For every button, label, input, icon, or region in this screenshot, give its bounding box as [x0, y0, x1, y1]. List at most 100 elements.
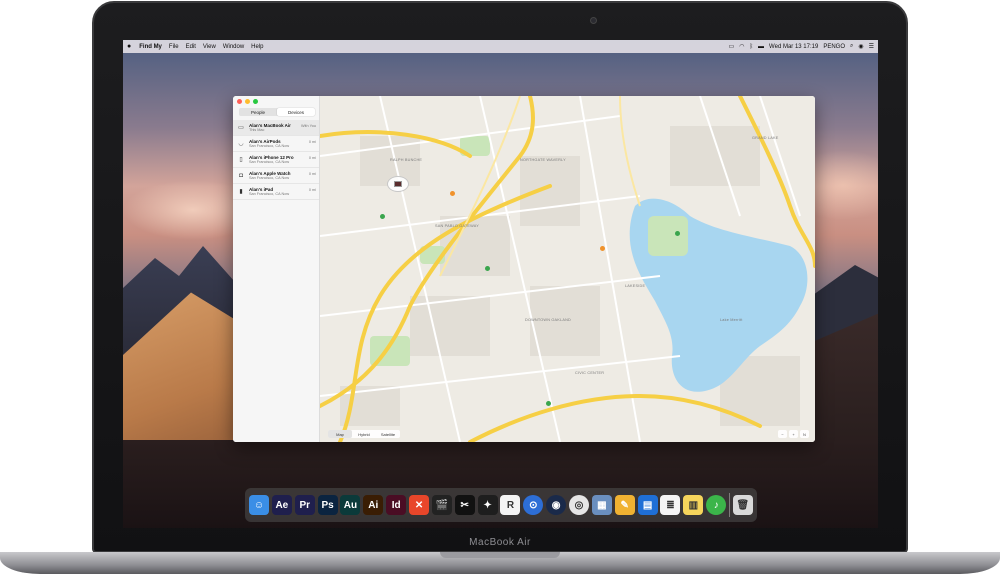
iphone-icon: ▯ [239, 157, 243, 163]
r-app-icon[interactable]: R [500, 495, 521, 515]
place-poi-icon[interactable] [450, 191, 455, 196]
sidebar-tabs: People Devices [239, 108, 315, 116]
zoom-in-icon[interactable]: + [789, 430, 798, 438]
finder-icon[interactable]: ☺ [249, 495, 269, 515]
status-area: ▭ ◠ ᛒ ▬ Wed Mar 13 17:19 PENGO ⌕ ◉ ☰ [729, 43, 874, 50]
device-item[interactable]: ◡ Alan's AirPods San Francisco, CA Now 0… [233, 136, 319, 152]
map-zoom-controls: − + N [778, 430, 809, 438]
tab-devices[interactable]: Devices [277, 108, 315, 116]
device-location-pin[interactable] [387, 176, 409, 192]
device-location: San Francisco, CA Now [249, 175, 290, 180]
illustrator-icon[interactable]: Ai [363, 495, 384, 515]
device-location: San Francisco, CA Now [249, 159, 290, 164]
menu-window[interactable]: Window [223, 44, 244, 50]
menu-file[interactable]: File [169, 44, 179, 50]
laptop-icon: ▭ [238, 125, 244, 131]
map-mode-hybrid[interactable]: Hybrid [352, 430, 376, 438]
wifi-icon[interactable]: ◠ [739, 43, 744, 50]
bluetooth-icon[interactable]: ᛒ [749, 44, 753, 50]
notes-list-icon[interactable]: ≣ [660, 495, 681, 515]
menu-view[interactable]: View [203, 44, 216, 50]
laptop-icon [394, 181, 402, 187]
photoshop-icon[interactable]: Ps [317, 495, 338, 515]
xmind-icon[interactable]: ✕ [409, 495, 430, 515]
map-mode-map[interactable]: Map [328, 430, 352, 438]
close-button[interactable] [237, 99, 242, 104]
device-distance: 0 mi [308, 172, 316, 176]
zoom-out-icon[interactable]: − [778, 430, 787, 438]
proxyman-icon[interactable]: ⊙ [523, 495, 544, 515]
device-location: San Francisco, CA Now [249, 191, 290, 196]
menu-edit[interactable]: Edit [186, 44, 196, 50]
park-poi-icon[interactable] [485, 266, 490, 271]
map-label: DOWNTOWN OAKLAND [525, 318, 571, 322]
notes-icon[interactable]: ▥ [683, 495, 704, 515]
sidebar: People Devices ▭ Alan's MacBook Air This… [233, 96, 320, 442]
park-poi-icon[interactable] [546, 401, 551, 406]
dock-separator [729, 493, 731, 517]
keynote-icon[interactable]: ✎ [614, 495, 635, 515]
after-effects-icon[interactable]: Ae [271, 495, 292, 515]
zoom-button[interactable] [253, 99, 258, 104]
tab-people[interactable]: People [239, 108, 277, 116]
siri-icon[interactable]: ◉ [858, 43, 863, 50]
map-label: CIVIC CENTER [575, 371, 605, 375]
presentation-icon[interactable]: ▤ [637, 495, 658, 515]
audition-icon[interactable]: Au [340, 495, 361, 515]
figma-icon[interactable]: ✦ [477, 495, 498, 515]
map-graphic [320, 96, 815, 442]
watch-icon: ◘ [239, 172, 243, 179]
final-cut-icon[interactable]: 🎬 [431, 495, 452, 515]
device-distance: 0 mi [308, 140, 316, 144]
map-label: LAKESIDE [625, 284, 646, 288]
premiere-icon[interactable]: Pr [294, 495, 315, 515]
device-distance: 0 mi [308, 188, 316, 192]
compass-icon[interactable]: N [800, 430, 809, 438]
device-item[interactable]: ▮ Alan's iPad San Francisco, CA Now 0 mi [233, 184, 319, 200]
screen: ● Find My File Edit View Window Help ▭ ◠… [123, 40, 878, 528]
park-poi-icon[interactable] [380, 214, 385, 219]
laptop-notch [440, 552, 560, 558]
device-item[interactable]: ◘ Alan's Apple Watch San Francisco, CA N… [233, 168, 319, 184]
map-mode-satellite[interactable]: Satellite [376, 430, 400, 438]
device-location: San Francisco, CA Now [249, 143, 290, 148]
apple-menu-icon[interactable]: ● [127, 43, 131, 50]
capcut-icon[interactable]: ✂ [454, 495, 475, 515]
ipad-icon: ▮ [239, 189, 243, 195]
map-label: SAN PABLO GATEWAY [435, 224, 479, 228]
chrome-icon[interactable]: ◎ [569, 495, 590, 515]
clock[interactable]: Wed Mar 13 17:19 [769, 44, 818, 50]
screen-icon[interactable]: ▭ [729, 43, 735, 50]
map-label: GRAND LAKE [752, 136, 779, 140]
device-list: ▭ Alan's MacBook Air This Mac With You ◡… [233, 120, 319, 200]
park-poi-icon[interactable] [675, 231, 680, 236]
find-my-window: People Devices ▭ Alan's MacBook Air This… [233, 96, 815, 442]
cinema4d-icon[interactable]: ◉ [546, 495, 567, 515]
place-poi-icon[interactable] [600, 246, 605, 251]
device-distance: 0 mi [308, 156, 316, 160]
laptop-brand: MacBook Air [469, 537, 531, 548]
map-label: NORTHGATE WAVERLY [520, 158, 566, 162]
device-item[interactable]: ▯ Alan's iPhone 12 Pro San Francisco, CA… [233, 152, 319, 168]
device-location: This Mac [249, 127, 265, 132]
menu-help[interactable]: Help [251, 44, 263, 50]
search-icon[interactable]: ⌕ [850, 43, 853, 50]
device-item[interactable]: ▭ Alan's MacBook Air This Mac With You [233, 120, 319, 136]
camera [590, 17, 597, 24]
menu-app-name[interactable]: Find My [139, 44, 162, 50]
map-mode-selector: Map Hybrid Satellite [328, 430, 400, 438]
window-controls [237, 99, 258, 104]
itunes-icon[interactable]: ♪ [706, 495, 727, 515]
preview-icon[interactable]: ▦ [591, 495, 612, 515]
dock: ☺ Ae Pr Ps Au Ai Id ✕ 🎬 ✂ ✦ R ⊙ ◉ ◎ ▦ ✎ ▤ ≣ ▥ ♪ 🗑 [245, 488, 757, 522]
indesign-icon[interactable]: Id [386, 495, 407, 515]
airpods-icon: ◡ [238, 141, 244, 147]
battery-icon[interactable]: ▬ [758, 44, 764, 50]
minimize-button[interactable] [245, 99, 250, 104]
user-name[interactable]: PENGO [823, 44, 845, 50]
device-distance: With You [301, 124, 316, 128]
map-label: Lake Merritt [720, 318, 743, 322]
trash-icon[interactable]: 🗑 [732, 495, 753, 515]
control-center-icon[interactable]: ☰ [869, 43, 874, 50]
map-view[interactable]: RALPH BUNCHE SAN PABLO GATEWAY DOWNTOWN … [320, 96, 815, 442]
